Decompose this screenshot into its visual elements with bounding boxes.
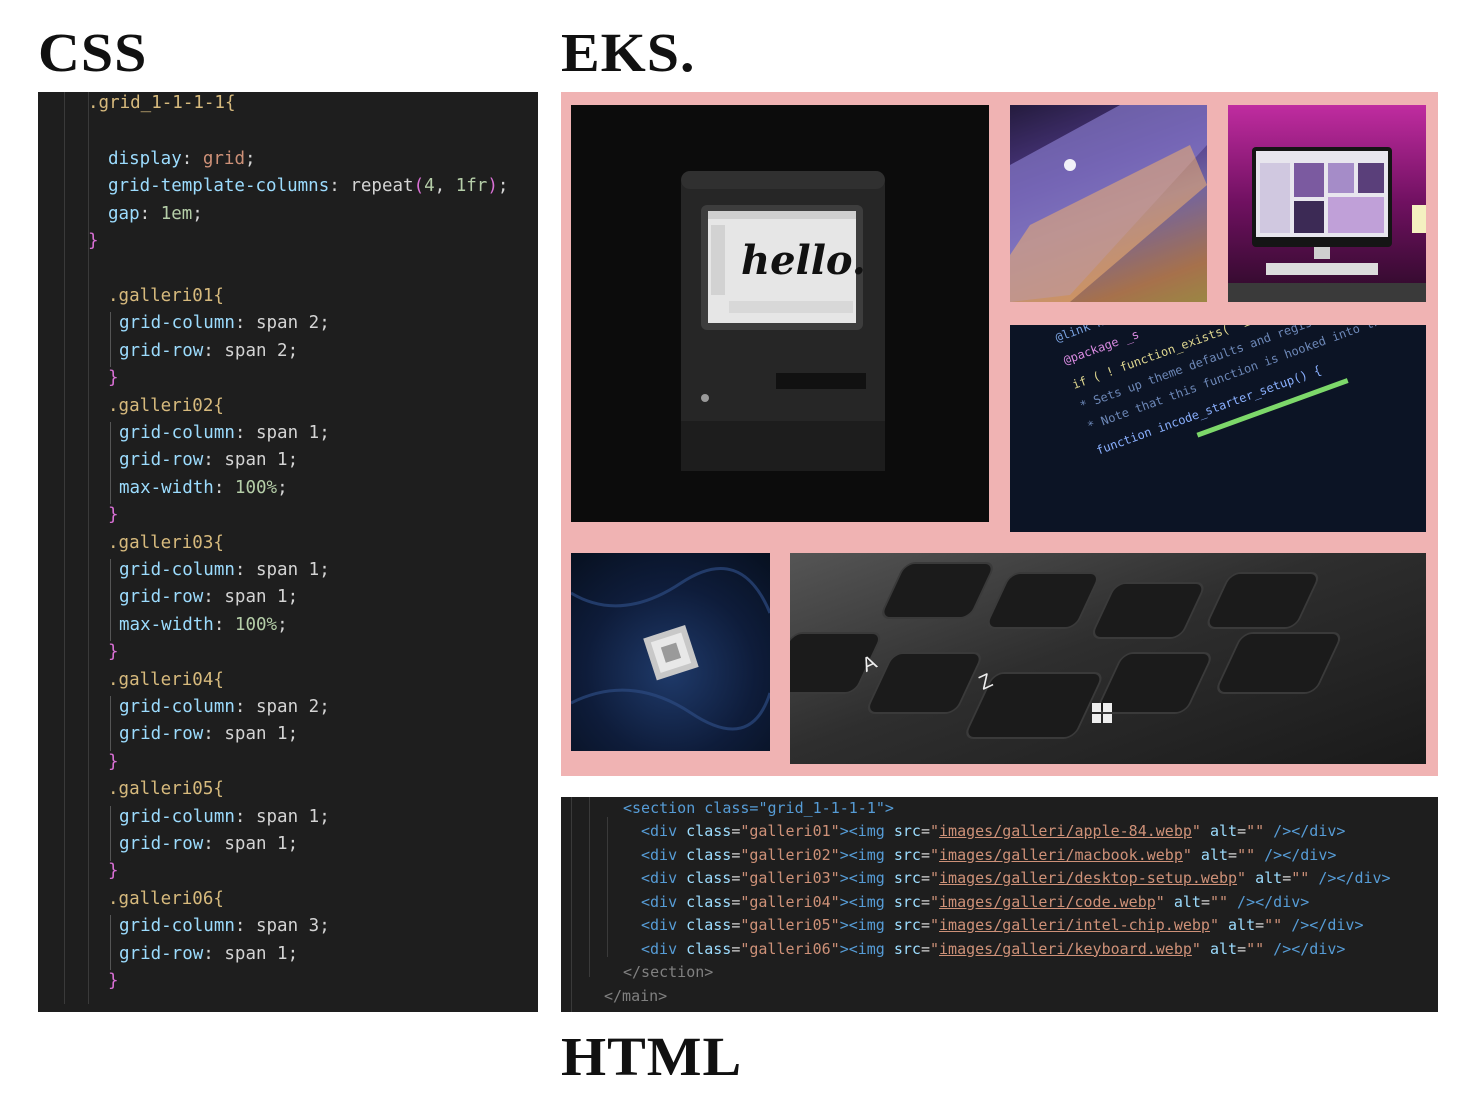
code-line: grid-column: span 1; [119,560,330,580]
hello-text: hello. [741,237,866,284]
example-heading: EKS. [561,21,696,84]
code-line: max-width: 100%; [119,615,288,635]
code-line: grid-row: span 2; [119,341,299,361]
code-line: gap: 1em; [108,204,203,224]
gallery-image-desktop-setup [1228,105,1426,302]
code-line: grid-column: span 2; [119,313,330,333]
image-path-link[interactable]: images/galleri/keyboard.webp [939,940,1192,958]
code-line: <div class="galleri02"><img src="images/… [641,845,1337,864]
code-line: <div class="galleri06"><img src="images/… [641,939,1346,958]
html-heading: HTML [561,1025,743,1088]
gallery-image-code: @link https://deve @package _s if ( ! fu… [1010,325,1426,532]
code-line: grid-column: span 2; [119,697,330,717]
code-line: .galleri02{ [108,396,224,416]
image-path-link[interactable]: images/galleri/code.webp [939,893,1156,911]
code-line: } [108,752,119,772]
code-line: <div class="galleri05"><img src="images/… [641,916,1364,934]
code-line: <div class="galleri01"><img src="images/… [641,822,1346,840]
code-line: grid-template-columns: repeat(4, 1fr); [108,176,509,196]
gallery-image-apple-84: hello. [571,105,989,522]
code-line: grid-column: span 1; [119,423,330,443]
code-line: grid-row: span 1; [119,834,299,854]
image-path-link[interactable]: images/galleri/intel-chip.webp [939,916,1210,934]
code-line: </main> [604,987,668,1005]
gallery-image-macbook [1010,105,1207,302]
code-line: } [108,642,119,662]
code-line: } [88,231,99,251]
code-line: grid-row: span 1; [119,587,299,607]
code-line: .galleri05{ [108,779,224,799]
code-line: grid-row: span 1; [119,724,299,744]
gallery-image-intel-chip [571,553,770,751]
gallery-example: hello. @link https://deve [561,92,1438,776]
code-line: display: grid; [108,149,256,169]
code-line: .grid_1-1-1-1{ [88,93,236,113]
code-line: <section class="grid_1-1-1-1"> [623,799,894,817]
css-code-panel: .grid_1-1-1-1{ display: grid; grid-templ… [38,92,538,1012]
code-line: grid-column: span 1; [119,807,330,827]
code-line: } [108,861,119,881]
gallery-image-keyboard: A Z [790,553,1426,764]
image-path-link[interactable]: images/galleri/desktop-setup.webp [939,869,1237,887]
code-line: } [108,971,119,991]
css-heading: CSS [38,21,148,84]
code-line: grid-row: span 1; [119,944,299,964]
code-line: </section> [623,963,714,981]
image-path-link[interactable]: images/galleri/macbook.webp [939,846,1183,864]
code-line: .galleri04{ [108,670,224,690]
code-line: <div class="galleri04"><img src="images/… [641,892,1310,911]
code-line: } [108,368,119,388]
code-line: .galleri01{ [108,286,224,306]
html-code-panel: <section class="grid_1-1-1-1"> <div clas… [561,797,1438,1012]
code-line: max-width: 100%; [119,478,288,498]
code-line: .galleri06{ [108,889,224,909]
code-line: .galleri03{ [108,533,224,553]
code-line: } [108,505,119,525]
code-line: grid-row: span 1; [119,450,299,470]
code-line: <div class="galleri03"><img src="images/… [641,869,1391,887]
image-path-link[interactable]: images/galleri/apple-84.webp [939,822,1192,840]
code-line: grid-column: span 3; [119,916,330,936]
